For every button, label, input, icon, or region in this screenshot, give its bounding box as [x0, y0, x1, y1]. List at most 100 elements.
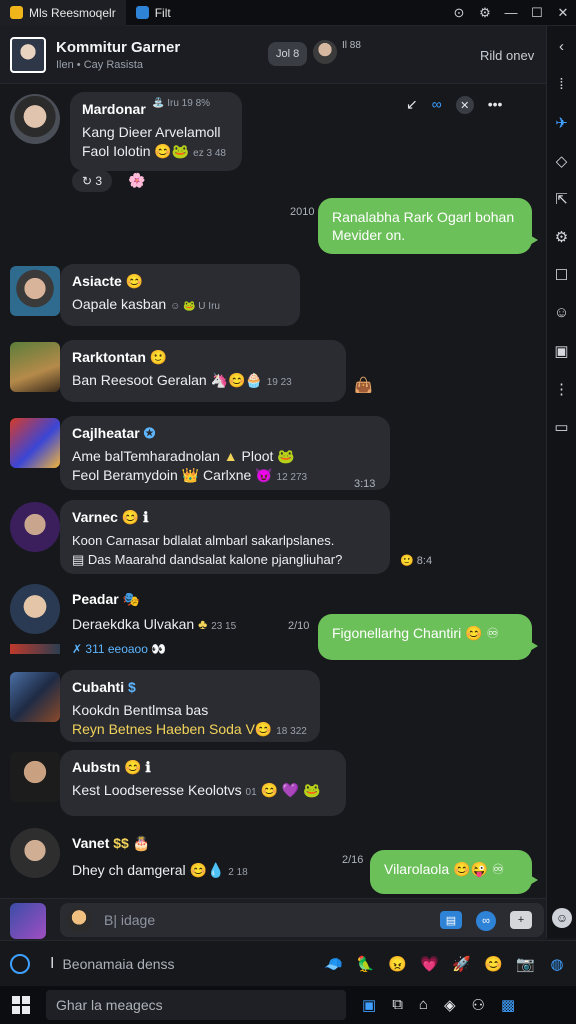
sender-name: Cajlheatar ✪: [72, 425, 156, 441]
chat-icon[interactable]: ▩: [501, 996, 515, 1014]
reply-icon[interactable]: ↙: [406, 96, 418, 114]
composer-avatar[interactable]: [10, 903, 46, 939]
avatar[interactable]: [10, 266, 60, 316]
pin-icon[interactable]: ✈: [555, 114, 568, 134]
emoji-icon[interactable]: 🧢: [324, 955, 343, 973]
chat-header: Kommitur Garner Ilen • Cay Rasista Jol 8…: [0, 26, 546, 84]
sender-name: Vanet $$ 🎂: [72, 835, 151, 851]
start-icon[interactable]: [12, 996, 30, 1014]
emoji-icon[interactable]: 📷: [516, 955, 535, 973]
emoji-icon: 😊🐸: [154, 143, 190, 159]
avatar[interactable]: [10, 752, 60, 802]
message-bubble[interactable]: Varnec 😊 ℹ Koon Carnasar bdlalat almbarl…: [60, 500, 390, 574]
minimize-button[interactable]: —: [498, 0, 524, 26]
composer: ▤ ∞ +: [0, 898, 546, 940]
message-text: Dhey ch damgeral: [72, 862, 186, 878]
diamond-icon[interactable]: ◇: [556, 152, 568, 172]
taskbar-search[interactable]: Ghar la meagecs: [46, 990, 346, 1020]
message-text: Deraekdka Ulvakan: [72, 616, 195, 632]
emoji-icon[interactable]: 😠: [388, 955, 407, 973]
file-icon[interactable]: ☐: [555, 266, 568, 286]
emoji-icon[interactable]: 😊: [484, 955, 503, 973]
tab-main[interactable]: Mls Reesmoqelr: [0, 0, 126, 26]
app-icon: [10, 6, 23, 19]
timestamp: 18 322: [276, 726, 307, 737]
timestamp: 2 18: [228, 867, 248, 878]
media-icon[interactable]: ▣: [554, 342, 568, 362]
back-arrow-icon[interactable]: ‹: [559, 38, 564, 58]
message-text: Carlxne: [203, 467, 252, 483]
reaction-chip[interactable]: ↻ 3: [72, 170, 113, 192]
timestamp: 2/10: [288, 620, 310, 632]
window-icon[interactable]: ⧉: [392, 996, 403, 1014]
share-icon[interactable]: ⇱: [555, 190, 568, 210]
more-icon[interactable]: •••: [488, 96, 503, 114]
emoji-picker-icon[interactable]: ☺: [552, 908, 572, 928]
emoji-icon[interactable]: ◍: [548, 955, 566, 973]
tab-second[interactable]: Filt: [126, 0, 181, 26]
secondary-input-text[interactable]: Beonamaia denss: [62, 956, 324, 972]
people-icon[interactable]: ⚇: [472, 996, 485, 1014]
header-right-label[interactable]: Rild onev: [480, 48, 534, 63]
home-icon[interactable]: ⌂: [419, 996, 428, 1014]
message-bubble[interactable]: Vanet $$ 🎂 Dhey ch damgeral 😊💧 2 18: [60, 826, 270, 896]
maximize-button[interactable]: ☐: [524, 0, 550, 26]
message-actions: ↙ ∞ ✕ •••: [406, 96, 502, 114]
message-bubble-outgoing[interactable]: Figonellarhg Chantiri 😊 ♾: [318, 614, 538, 660]
message-bubble-outgoing[interactable]: Vilarolaola 😊😜 ♾: [370, 850, 538, 894]
close-button[interactable]: ✕: [550, 0, 576, 26]
link-icon[interactable]: ∞: [432, 96, 442, 114]
window-icon[interactable]: ▭: [554, 418, 568, 438]
member-avatar[interactable]: [313, 40, 337, 64]
link-text[interactable]: ✗ 311 eeoaoo 👀: [72, 640, 244, 659]
timestamp: 19 23: [266, 377, 292, 388]
message-bubble[interactable]: Peadar 🎭 Deraekdka Ulvakan ♣ 23 15 ✗ 311…: [60, 582, 256, 666]
message-bubble[interactable]: Cubahti $ Kookdn Bentlmsa bas Reyn Betne…: [60, 670, 320, 742]
gif-button[interactable]: ▤: [440, 911, 462, 929]
more-icon[interactable]: ⋮: [554, 380, 569, 400]
settings-icon[interactable]: ⚙: [472, 0, 498, 26]
loop-icon[interactable]: [10, 953, 30, 974]
timestamp: 3:13: [354, 478, 376, 490]
add-button[interactable]: +: [510, 911, 532, 929]
emoji-icon[interactable]: 🚀: [452, 955, 471, 973]
message-meta: ☺ 🐸 U Iru: [170, 301, 220, 312]
emoji-icon: 🌸: [128, 172, 146, 188]
header-pill[interactable]: Jol 8: [268, 42, 308, 66]
message-bubble[interactable]: Cajlheatar ✪ Ame balTemharadnolan ▲ Ploo…: [60, 416, 390, 490]
message-bubble[interactable]: Rarktontan 🙂 Ban Reesoot Geralan 🦄😊🧁 19 …: [60, 340, 346, 402]
text-cursor-icon: I: [50, 954, 55, 972]
app-icon[interactable]: ▣: [362, 996, 376, 1014]
avatar[interactable]: [10, 672, 60, 722]
emoji-icon[interactable]: ☺: [554, 304, 569, 324]
sender-name: Rarktontan 🙂: [72, 349, 168, 365]
attach-button[interactable]: ∞: [476, 911, 496, 931]
message-bubble[interactable]: Aubstn 😊 ℹ Kest Loodseresse Keolotvs 01 …: [60, 750, 346, 816]
avatar[interactable]: [10, 342, 60, 392]
chat-title[interactable]: Kommitur Garner: [56, 39, 180, 56]
timestamp: 2010: [290, 206, 315, 218]
message-list[interactable]: Mardonar Kang Dieer Arvelamoll Faol Iolo…: [0, 84, 546, 898]
message-input[interactable]: [104, 910, 464, 930]
avatar[interactable]: [10, 584, 60, 634]
grid-icon[interactable]: ⁞: [559, 76, 563, 96]
member-count: Il 88: [342, 40, 361, 51]
avatar[interactable]: [10, 94, 60, 144]
avatar[interactable]: [10, 828, 60, 878]
target-icon[interactable]: ⊙: [446, 0, 472, 26]
secondary-input-bar: I Beonamaia denss 🧢 🦜 😠 💗 🚀 😊 📷 ◍: [0, 940, 576, 986]
close-icon[interactable]: ✕: [455, 96, 474, 114]
message-bubble-outgoing[interactable]: Ranalabha Rark Ogarl bohan Mevider on.: [318, 198, 538, 254]
message-input-wrapper: ▤ ∞ +: [60, 903, 544, 937]
chat-avatar[interactable]: [10, 36, 46, 73]
avatar[interactable]: [10, 502, 60, 552]
emoji-icon[interactable]: 💗: [420, 955, 439, 973]
message-text: Vilarolaola: [384, 861, 450, 877]
message-bubble[interactable]: Asiacte 😊 Oapale kasban ☺ 🐸 U Iru: [60, 264, 300, 326]
settings-icon[interactable]: ⚙: [555, 228, 568, 248]
message-text: Oapale kasban: [72, 296, 167, 312]
chat-subtitle: Ilen • Cay Rasista: [56, 58, 143, 71]
avatar[interactable]: [10, 418, 60, 468]
emoji-icon[interactable]: 🦜: [356, 955, 375, 973]
game-icon[interactable]: ◈: [444, 996, 456, 1014]
